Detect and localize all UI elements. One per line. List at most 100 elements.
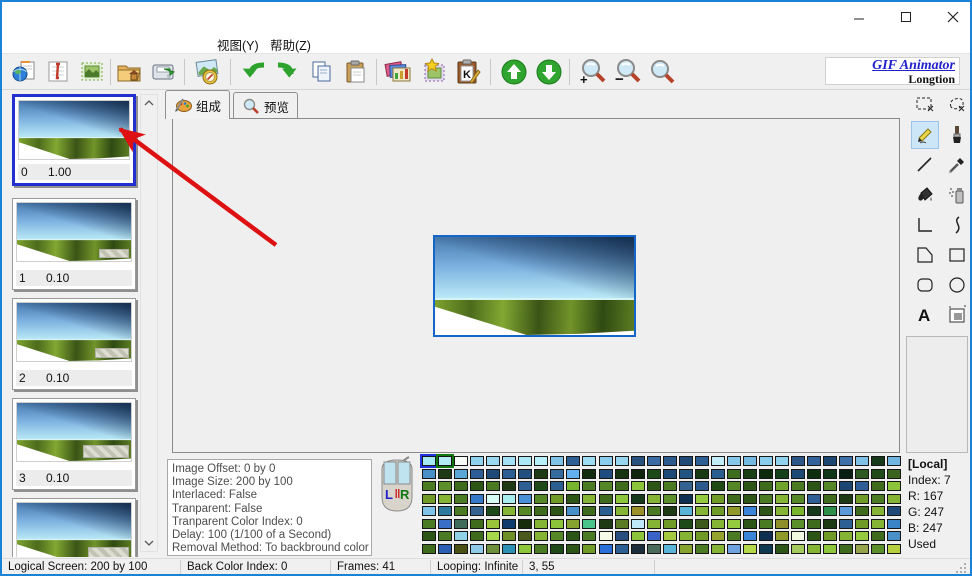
palette-swatch[interactable] <box>871 493 886 504</box>
palette-swatch[interactable] <box>486 456 501 466</box>
palette-swatch[interactable] <box>630 468 645 479</box>
frame-wizard-button[interactable] <box>418 57 450 87</box>
resize-grip[interactable] <box>955 562 967 574</box>
palette-swatch[interactable] <box>518 468 533 479</box>
palette-swatch[interactable] <box>807 493 822 504</box>
palette-swatch[interactable] <box>887 481 902 492</box>
palette-swatch[interactable] <box>486 531 501 542</box>
palette-swatch[interactable] <box>791 468 806 479</box>
palette-swatch[interactable] <box>694 481 709 492</box>
palette-swatch[interactable] <box>598 506 613 517</box>
tab-preview[interactable]: 预览 <box>233 92 299 119</box>
palette-swatch[interactable] <box>807 456 822 466</box>
palette-swatch[interactable] <box>775 481 790 492</box>
palette-swatch[interactable] <box>582 493 597 504</box>
palette-swatch[interactable] <box>486 518 501 529</box>
palette-swatch[interactable] <box>630 543 645 554</box>
palette-swatch[interactable] <box>534 518 549 529</box>
palette-swatch[interactable] <box>534 493 549 504</box>
palette-swatch[interactable] <box>566 456 581 466</box>
palette-swatch[interactable] <box>694 518 709 529</box>
palette-swatch[interactable] <box>791 518 806 529</box>
palette-swatch[interactable] <box>807 543 822 554</box>
palette-swatch[interactable] <box>871 456 886 466</box>
palette-swatch[interactable] <box>550 481 565 492</box>
palette-swatch[interactable] <box>646 543 661 554</box>
palette-swatch[interactable] <box>710 481 725 492</box>
palette-swatch[interactable] <box>807 518 822 529</box>
palette-swatch[interactable] <box>823 506 838 517</box>
copy-button[interactable] <box>306 57 338 87</box>
palette-swatch[interactable] <box>694 493 709 504</box>
palette-swatch[interactable] <box>630 506 645 517</box>
palette-swatch[interactable] <box>486 468 501 479</box>
redo-button[interactable] <box>272 57 304 87</box>
palette-swatch[interactable] <box>775 543 790 554</box>
palette-swatch[interactable] <box>726 456 741 466</box>
palette-swatch[interactable] <box>758 456 773 466</box>
palette-swatch[interactable] <box>454 531 469 542</box>
palette-swatch[interactable] <box>598 531 613 542</box>
palette-swatch[interactable] <box>550 543 565 554</box>
palette-swatch[interactable] <box>518 493 533 504</box>
palette-swatch[interactable] <box>566 468 581 479</box>
palette-swatch[interactable] <box>470 493 485 504</box>
palette-swatch[interactable] <box>710 506 725 517</box>
palette-swatch[interactable] <box>726 468 741 479</box>
palette-swatch[interactable] <box>534 481 549 492</box>
rectangle-tool[interactable] <box>944 242 970 268</box>
palette-swatch[interactable] <box>438 506 453 517</box>
palette-swatch[interactable] <box>710 456 725 466</box>
palette-swatch[interactable] <box>566 543 581 554</box>
palette-swatch[interactable] <box>855 531 870 542</box>
palette-swatch[interactable] <box>582 468 597 479</box>
palette-swatch[interactable] <box>422 543 436 554</box>
palette-swatch[interactable] <box>710 531 725 542</box>
pencil-tool[interactable] <box>911 121 939 149</box>
palette-swatch[interactable] <box>726 481 741 492</box>
palette-swatch[interactable] <box>694 506 709 517</box>
palette-swatch[interactable] <box>694 456 709 466</box>
palette-swatch[interactable] <box>823 543 838 554</box>
palette-swatch[interactable] <box>598 518 613 529</box>
palette-swatch[interactable] <box>502 543 517 554</box>
palette-swatch[interactable] <box>550 506 565 517</box>
palette-swatch[interactable] <box>486 481 501 492</box>
palette-swatch[interactable] <box>566 531 581 542</box>
palette-swatch[interactable] <box>550 518 565 529</box>
palette-swatch[interactable] <box>871 531 886 542</box>
palette-swatch[interactable] <box>534 468 549 479</box>
palette-swatch[interactable] <box>678 518 693 529</box>
palette-swatch[interactable] <box>871 468 886 479</box>
palette-swatch[interactable] <box>582 506 597 517</box>
frame-stamp-button[interactable] <box>76 57 108 87</box>
palette-swatch[interactable] <box>470 543 485 554</box>
palette-swatch[interactable] <box>550 493 565 504</box>
palette-swatch[interactable] <box>630 493 645 504</box>
palette-swatch[interactable] <box>582 543 597 554</box>
palette-swatch[interactable] <box>775 468 790 479</box>
paste-button[interactable] <box>340 57 372 87</box>
palette-swatch[interactable] <box>726 518 741 529</box>
palette-swatch[interactable] <box>758 506 773 517</box>
scroll-up-icon[interactable] <box>141 95 157 111</box>
palette-swatch[interactable] <box>614 481 629 492</box>
palette-swatch[interactable] <box>518 456 533 466</box>
palette-swatch[interactable] <box>855 518 870 529</box>
palette-swatch[interactable] <box>646 481 661 492</box>
palette-swatch[interactable] <box>598 493 613 504</box>
palette-swatch[interactable] <box>438 543 453 554</box>
palette-swatch[interactable] <box>502 506 517 517</box>
palette-swatch[interactable] <box>646 518 661 529</box>
palette-swatch[interactable] <box>742 468 757 479</box>
palette-swatch[interactable] <box>742 481 757 492</box>
frame-item-2[interactable]: 2 0.10 <box>12 298 136 390</box>
open-button[interactable] <box>114 57 146 87</box>
palette-swatch[interactable] <box>871 506 886 517</box>
palette-swatch[interactable] <box>502 493 517 504</box>
palette-swatch[interactable] <box>758 481 773 492</box>
close-button[interactable] <box>937 5 969 29</box>
eyedropper-tool[interactable] <box>944 152 970 178</box>
palette-swatch[interactable] <box>454 518 469 529</box>
rounded-rectangle-tool[interactable] <box>912 272 938 298</box>
